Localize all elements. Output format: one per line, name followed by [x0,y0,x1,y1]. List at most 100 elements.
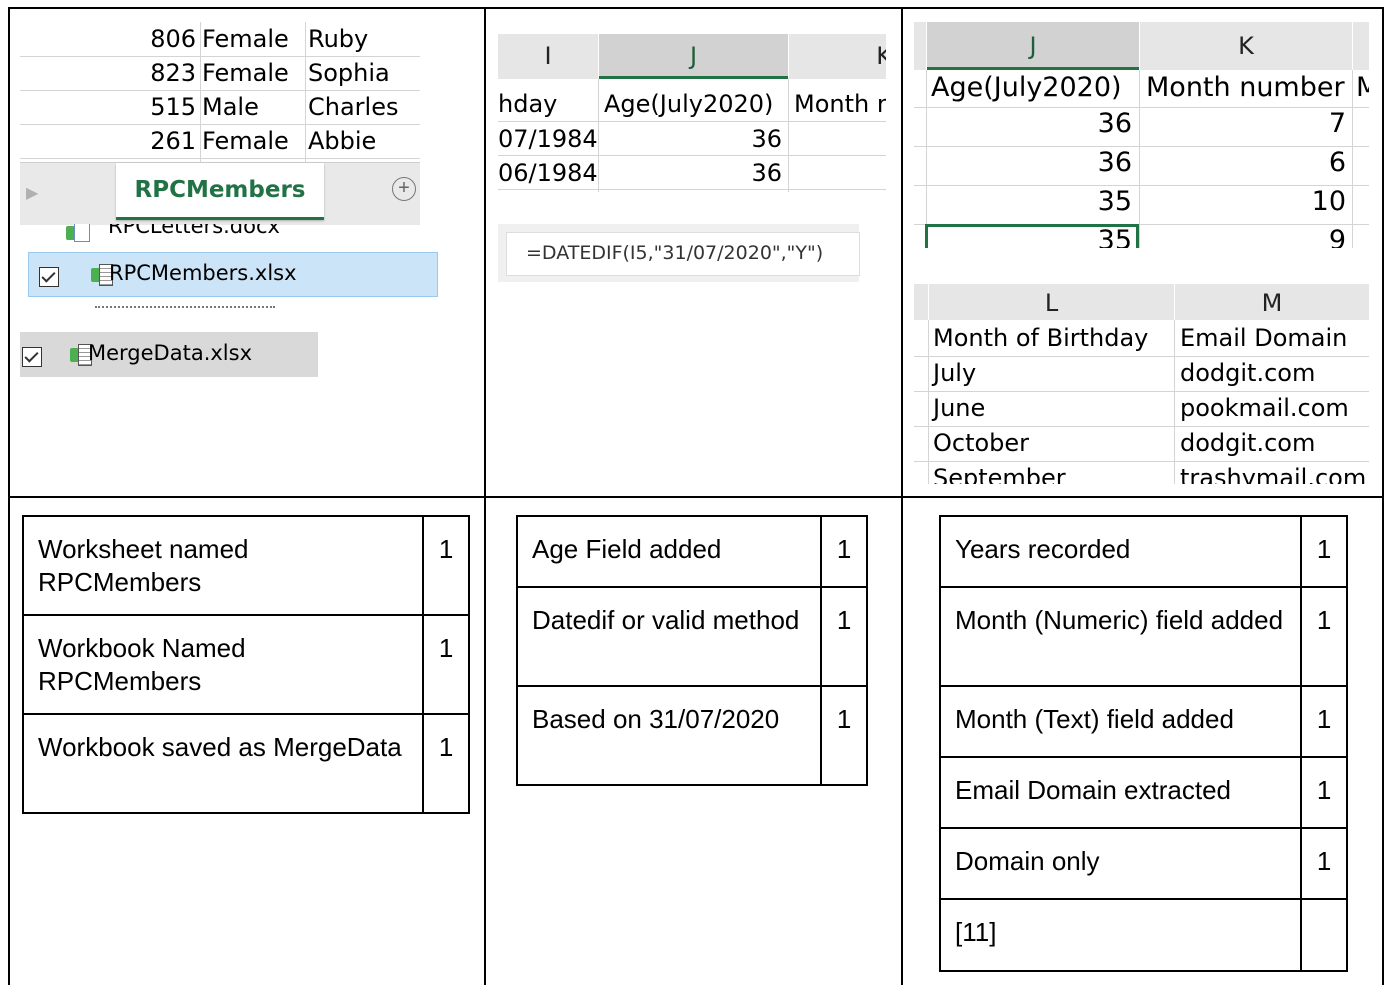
col-divider-2 [901,7,903,985]
checkbox-icon[interactable] [22,347,42,367]
panel4-sheet: L M Month of Birthday Email Domain July d… [914,284,1369,484]
criterion-cell: Years recorded [938,515,1303,588]
criterion-cell: Domain only [938,827,1303,900]
cell-gender: Female [202,25,289,53]
cell-id: 823 [150,59,196,87]
header-cell-k: Month n [794,90,886,118]
mark-cell: 1 [422,614,470,715]
file-item-rpcmembers[interactable]: RPCMembers.xlsx [28,252,438,297]
cell-age: 36 [1097,147,1132,178]
criterion-cell: Workbook saved as MergeData [21,713,425,814]
cell-gender: Female [202,127,289,155]
mark-cell: 1 [1300,515,1348,588]
scroll-left-icon[interactable]: ▶ [26,183,38,203]
header-cell-j: Age(July2020) [604,90,774,118]
col-header-left-stub [914,22,926,70]
file-item-mergedata[interactable]: MergeData.xlsx [20,332,318,377]
mark-table-3: Years recorded 1 Month (Numeric) field add… [938,515,1348,972]
col-header-m[interactable]: M [1175,284,1369,320]
col-header-l[interactable]: L [929,284,1174,320]
file-list-partial-row [95,303,295,309]
col-header-j[interactable]: J [599,34,788,79]
mark-cell: 1 [422,515,470,616]
criterion-cell: Datedif or valid method [515,586,823,687]
cell-name: Ruby [308,25,369,53]
cell-age: 35 [1097,186,1132,217]
cell-age: 36 [1097,108,1132,139]
file-name: RPCLetters.docx [108,224,280,238]
mark-row: Years recorded 1 [938,515,1348,588]
panel3-sheet: J K Age(July2020) Month number M 36 7 36 6 3… [914,22,1369,248]
mark-cell: 1 [422,713,470,814]
col-header-next [1353,22,1369,70]
sheet-tab-label: RPCMembers [134,177,306,203]
criterion-cell: Month (Numeric) field added [938,586,1303,687]
formula-bar[interactable]: =DATEDIF(I5,"31/07/2020","Y") [498,224,860,282]
mark-row: Workbook Named RPCMembers 1 [21,614,470,715]
cell-date: 07/1984 [498,125,598,153]
col-header-j[interactable]: J [927,22,1139,70]
mark-table-1: Worksheet named RPCMembers 1 Workbook Name… [21,515,470,814]
mark-row: Email Domain extracted 1 [938,756,1348,829]
file-name: RPCMembers.xlsx [109,261,297,285]
add-sheet-icon[interactable]: + [392,177,416,201]
cell-name: Abbie [308,127,377,155]
criterion-cell: Month (Text) field added [938,685,1303,758]
mark-cell: 1 [1300,685,1348,758]
mark-cell: 1 [1300,827,1348,900]
header-cell-email-domain: Email Domain [1180,324,1348,352]
mark-row: [11] [938,898,1348,972]
header-cell-month-number: Month number [1146,72,1345,103]
cell-month-number: 7 [1328,108,1346,139]
sheet-tab-bar: ▶ RPCMembers + [20,162,420,225]
cell-month: June [933,394,986,422]
sheet-tab-rpcmembers[interactable]: RPCMembers [116,163,324,220]
mark-row: Month (Numeric) field added 1 [938,586,1348,687]
cell-id: 261 [150,127,196,155]
cell-date: 06/1984 [498,159,598,187]
col-header-k[interactable]: K [789,34,886,79]
criterion-cell: Age Field added [515,515,823,588]
file-name: MergeData.xlsx [88,341,253,365]
mark-row: Month (Text) field added 1 [938,685,1348,758]
mark-cell: 1 [1300,756,1348,829]
cell-gender: Female [202,59,289,87]
cell-name: Sophia [308,59,390,87]
cell-month-number: 6 [1328,147,1346,178]
cell-domain: dodgit.com [1180,359,1316,387]
col-divider-1 [484,7,486,985]
col-header-k[interactable]: K [1140,22,1352,70]
panel1-sheet-rows: 806 Female Ruby 823 Female Sophia 515 Male Charl… [20,22,420,162]
mark-cell: 1 [820,586,868,687]
cell-month-number: 9 [1328,225,1346,248]
mark-row: Age Field added 1 [515,515,868,588]
cell-month: July [933,359,977,387]
mark-cell: 1 [1300,586,1348,687]
cell-domain: pookmail.com [1180,394,1349,422]
formula-text[interactable]: =DATEDIF(I5,"31/07/2020","Y") [526,242,823,264]
row-divider [8,496,1384,498]
cell-age: 36 [751,125,782,153]
header-cell-i: hday [498,90,558,118]
header-cell-next: M [1356,72,1369,103]
header-cell-age: Age(July2020) [931,72,1122,103]
mark-row: Datedif or valid method 1 [515,586,868,687]
criterion-cell: Worksheet named RPCMembers [21,515,425,616]
cell-name: Charles [308,93,399,121]
checkbox-icon[interactable] [39,267,59,287]
col-header-i[interactable]: I [498,34,598,79]
cell-month: September [933,464,1066,484]
mark-row: Worksheet named RPCMembers 1 [21,515,470,616]
mark-cell [1300,898,1348,972]
cell-domain: dodgit.com [1180,429,1316,457]
file-item-rpcletters[interactable]: RPCLetters.docx [30,224,430,248]
cell-gender: Male [202,93,259,121]
mark-row: Domain only 1 [938,827,1348,900]
mark-cell: 1 [820,515,868,588]
cell-id: 515 [150,93,196,121]
cell-domain: trashymail.com [1180,464,1367,484]
criterion-cell: [11] [938,898,1303,972]
active-cell-border [925,224,1139,248]
word-file-icon [66,224,90,242]
mark-row: Based on 31/07/2020 1 [515,685,868,786]
